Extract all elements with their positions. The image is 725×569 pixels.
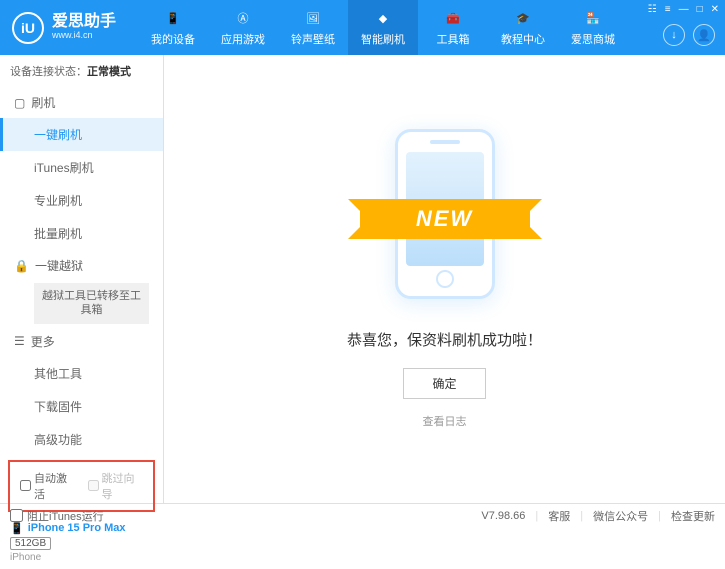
store-icon: 🏪 (583, 8, 603, 28)
app-header: iU 爱思助手 www.i4.cn 📱我的设备 Ⓐ应用游戏 🖼铃声壁纸 ◆智能刷… (0, 0, 725, 55)
phone-small-icon: 📱 (10, 522, 24, 535)
sidebar-item-jailbreak-notice[interactable]: 越狱工具已转移至工具箱 (34, 283, 149, 324)
nav-store[interactable]: 🏪爱思商城 (558, 0, 628, 55)
footer-link-update[interactable]: 检查更新 (671, 508, 715, 524)
book-icon: 🎓 (513, 8, 533, 28)
sidebar-item-batch-flash[interactable]: 批量刷机 (0, 217, 163, 250)
view-log-link[interactable]: 查看日志 (423, 413, 467, 429)
download-button[interactable]: ↓ (663, 24, 685, 46)
nav-my-device[interactable]: 📱我的设备 (138, 0, 208, 55)
checkbox-block-itunes[interactable]: 阻止iTunes运行 (10, 508, 104, 524)
app-title: 爱思助手 (52, 14, 116, 30)
win-close-icon[interactable]: ✕ (711, 4, 719, 15)
checkbox-skip-guide[interactable]: 跳过向导 (88, 470, 144, 502)
nav-smart-flash[interactable]: ◆智能刷机 (348, 0, 418, 55)
sidebar-group-flash[interactable]: ▢刷机 (0, 87, 163, 118)
flash-group-icon: ▢ (14, 96, 25, 110)
toolbox-icon: 🧰 (443, 8, 463, 28)
win-maximize-icon[interactable]: □ (697, 4, 703, 15)
activation-options: 自动激活 跳过向导 (8, 460, 155, 512)
success-illustration: NEW (380, 129, 510, 309)
sidebar: 设备连接状态：正常模式 ▢刷机 一键刷机 iTunes刷机 专业刷机 批量刷机 … (0, 55, 164, 503)
nav-ringtone-wallpaper[interactable]: 🖼铃声壁纸 (278, 0, 348, 55)
device-info: 📱iPhone 15 Pro Max 512GB iPhone (0, 516, 163, 569)
user-button[interactable]: 👤 (693, 24, 715, 46)
sidebar-item-advanced[interactable]: 高级功能 (0, 423, 163, 456)
footer-link-wechat[interactable]: 微信公众号 (593, 508, 648, 524)
ok-button[interactable]: 确定 (403, 368, 485, 399)
device-type: iPhone (10, 552, 153, 563)
checkbox-auto-activate[interactable]: 自动激活 (20, 470, 76, 502)
success-message: 恭喜您，保资料刷机成功啦！ (347, 329, 542, 350)
lock-icon: 🔒 (14, 259, 29, 273)
main-content: NEW 恭喜您，保资料刷机成功啦！ 确定 查看日志 (164, 55, 725, 503)
device-status: 设备连接状态：正常模式 (0, 55, 163, 87)
sidebar-group-jailbreak[interactable]: 🔒一键越狱 (0, 250, 163, 281)
nav-tutorials[interactable]: 🎓教程中心 (488, 0, 558, 55)
more-group-icon: ☰ (14, 334, 25, 348)
image-icon: 🖼 (303, 8, 323, 28)
win-list-icon[interactable]: ≡ (665, 4, 671, 15)
app-logo: iU 爱思助手 www.i4.cn (0, 12, 128, 44)
main-nav: 📱我的设备 Ⓐ应用游戏 🖼铃声壁纸 ◆智能刷机 🧰工具箱 🎓教程中心 🏪爱思商城 (138, 0, 628, 55)
device-storage: 512GB (10, 537, 51, 550)
logo-icon: iU (12, 12, 44, 44)
nav-toolbox[interactable]: 🧰工具箱 (418, 0, 488, 55)
sidebar-item-itunes-flash[interactable]: iTunes刷机 (0, 151, 163, 184)
nav-apps-games[interactable]: Ⓐ应用游戏 (208, 0, 278, 55)
win-menu-icon[interactable]: ☷ (648, 4, 657, 15)
device-name[interactable]: 📱iPhone 15 Pro Max (10, 522, 153, 535)
app-site: www.i4.cn (52, 30, 116, 41)
sidebar-item-download-firmware[interactable]: 下载固件 (0, 390, 163, 423)
footer-link-support[interactable]: 客服 (548, 508, 570, 524)
sidebar-item-pro-flash[interactable]: 专业刷机 (0, 184, 163, 217)
phone-icon: 📱 (163, 8, 183, 28)
flash-icon: ◆ (373, 8, 393, 28)
app-icon: Ⓐ (233, 8, 253, 28)
window-controls: ☷ ≡ — □ ✕ (648, 4, 719, 15)
sidebar-item-other-tools[interactable]: 其他工具 (0, 357, 163, 390)
win-minimize-icon[interactable]: — (679, 4, 689, 15)
new-ribbon: NEW (360, 199, 530, 239)
version-label: V7.98.66 (481, 510, 525, 522)
sidebar-group-more[interactable]: ☰更多 (0, 326, 163, 357)
sidebar-item-one-key-flash[interactable]: 一键刷机 (0, 118, 163, 151)
